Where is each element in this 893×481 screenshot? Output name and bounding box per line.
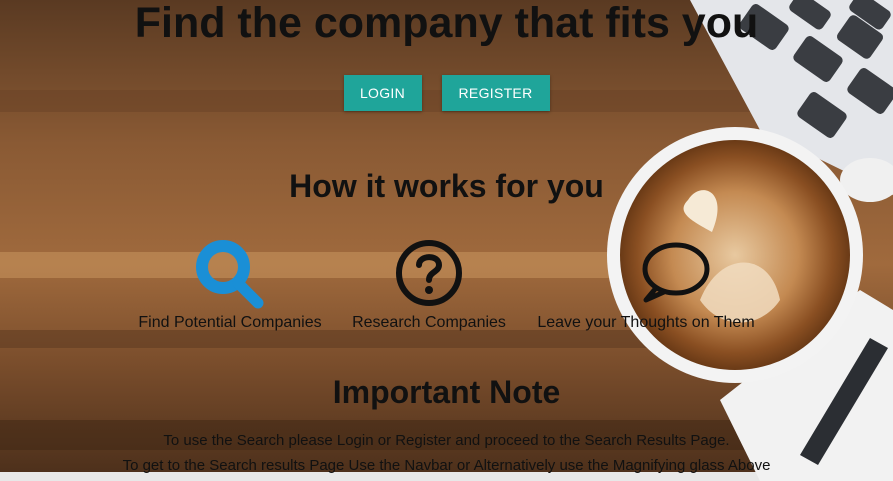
feature-label: Leave your Thoughts on Them: [537, 314, 755, 331]
auth-buttons: LOGIN REGISTER: [0, 75, 893, 111]
register-button[interactable]: REGISTER: [441, 75, 550, 111]
note-line: To get to the Search results Page Use th…: [122, 457, 771, 474]
feature-research-companies: Research Companies: [338, 238, 520, 332]
note-line: To use the Search please Login or Regist…: [163, 432, 730, 449]
search-icon[interactable]: [193, 238, 267, 310]
important-note-title: Important Note: [332, 374, 561, 410]
feature-label: Find Potential Companies: [138, 314, 322, 331]
speech-bubble-icon[interactable]: [556, 238, 736, 310]
login-button[interactable]: LOGIN: [343, 75, 422, 111]
feature-label: Research Companies: [352, 314, 506, 331]
feature-leave-thoughts: Leave your Thoughts on Them: [526, 238, 766, 332]
feature-find-companies: Find Potential Companies: [128, 238, 332, 332]
how-it-works-title: How it works for you: [289, 168, 604, 204]
hero-title: Find the company that fits you: [134, 0, 759, 47]
question-circle-icon[interactable]: [392, 238, 466, 310]
